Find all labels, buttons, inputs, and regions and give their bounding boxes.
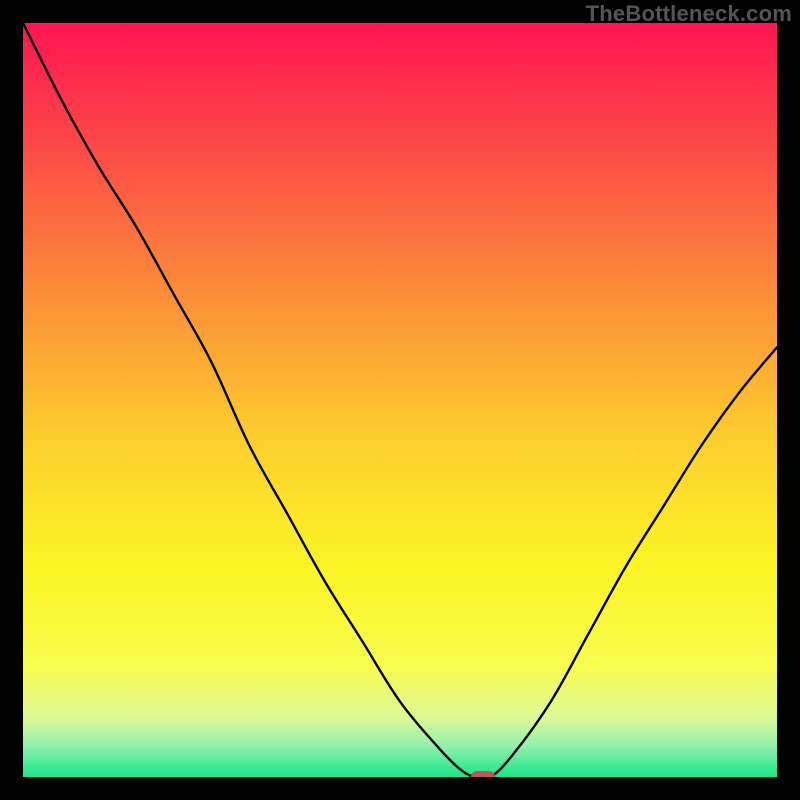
bottleneck-chart — [23, 23, 777, 777]
plot-area — [23, 23, 777, 777]
gradient-background — [23, 23, 777, 777]
watermark-label: TheBottleneck.com — [586, 1, 792, 27]
optimum-marker — [471, 771, 495, 777]
chart-frame: TheBottleneck.com — [0, 0, 800, 800]
